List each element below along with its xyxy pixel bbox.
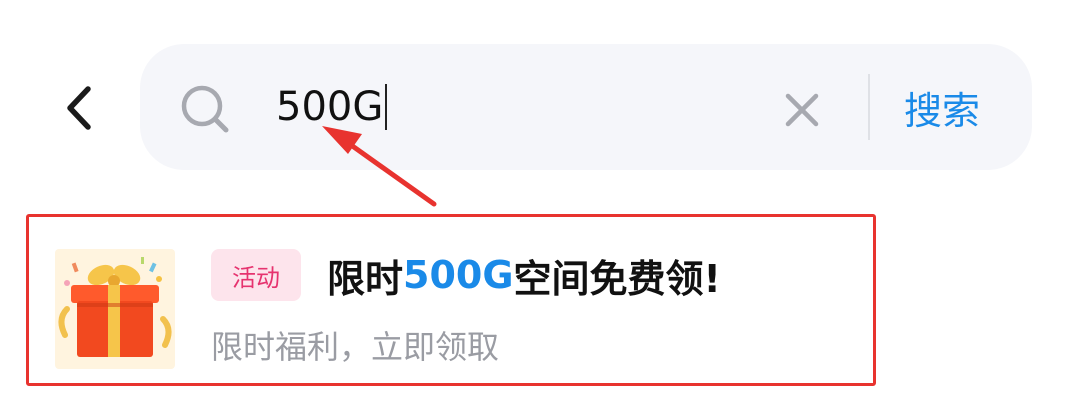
chevron-left-icon [67, 86, 91, 130]
search-bar: 500G 搜索 [140, 44, 1032, 170]
result-subtitle: 限时福利，立即领取 [211, 328, 500, 366]
search-page: 500G 搜索 活动 限时 500G 空间免费领! 限时福利，立即领取 [0, 0, 1080, 413]
search-result-card[interactable]: 活动 限时 500G 空间免费领! 限时福利，立即领取 [26, 214, 876, 386]
result-title-prefix: 限时 [327, 256, 404, 301]
gift-box-icon [55, 249, 175, 369]
text-caret [385, 84, 388, 130]
search-icon [181, 85, 229, 133]
result-title: 限时 500G 空间免费领! [327, 245, 721, 305]
close-icon[interactable] [780, 88, 824, 132]
search-input[interactable]: 500G [276, 72, 388, 142]
result-title-highlight: 500G [403, 253, 514, 297]
back-button[interactable] [50, 72, 110, 144]
search-divider [868, 74, 870, 140]
search-button[interactable]: 搜索 [904, 74, 980, 140]
result-title-suffix: 空间免费领! [513, 256, 721, 301]
activity-badge: 活动 [211, 249, 301, 301]
search-input-value: 500G [276, 84, 384, 130]
